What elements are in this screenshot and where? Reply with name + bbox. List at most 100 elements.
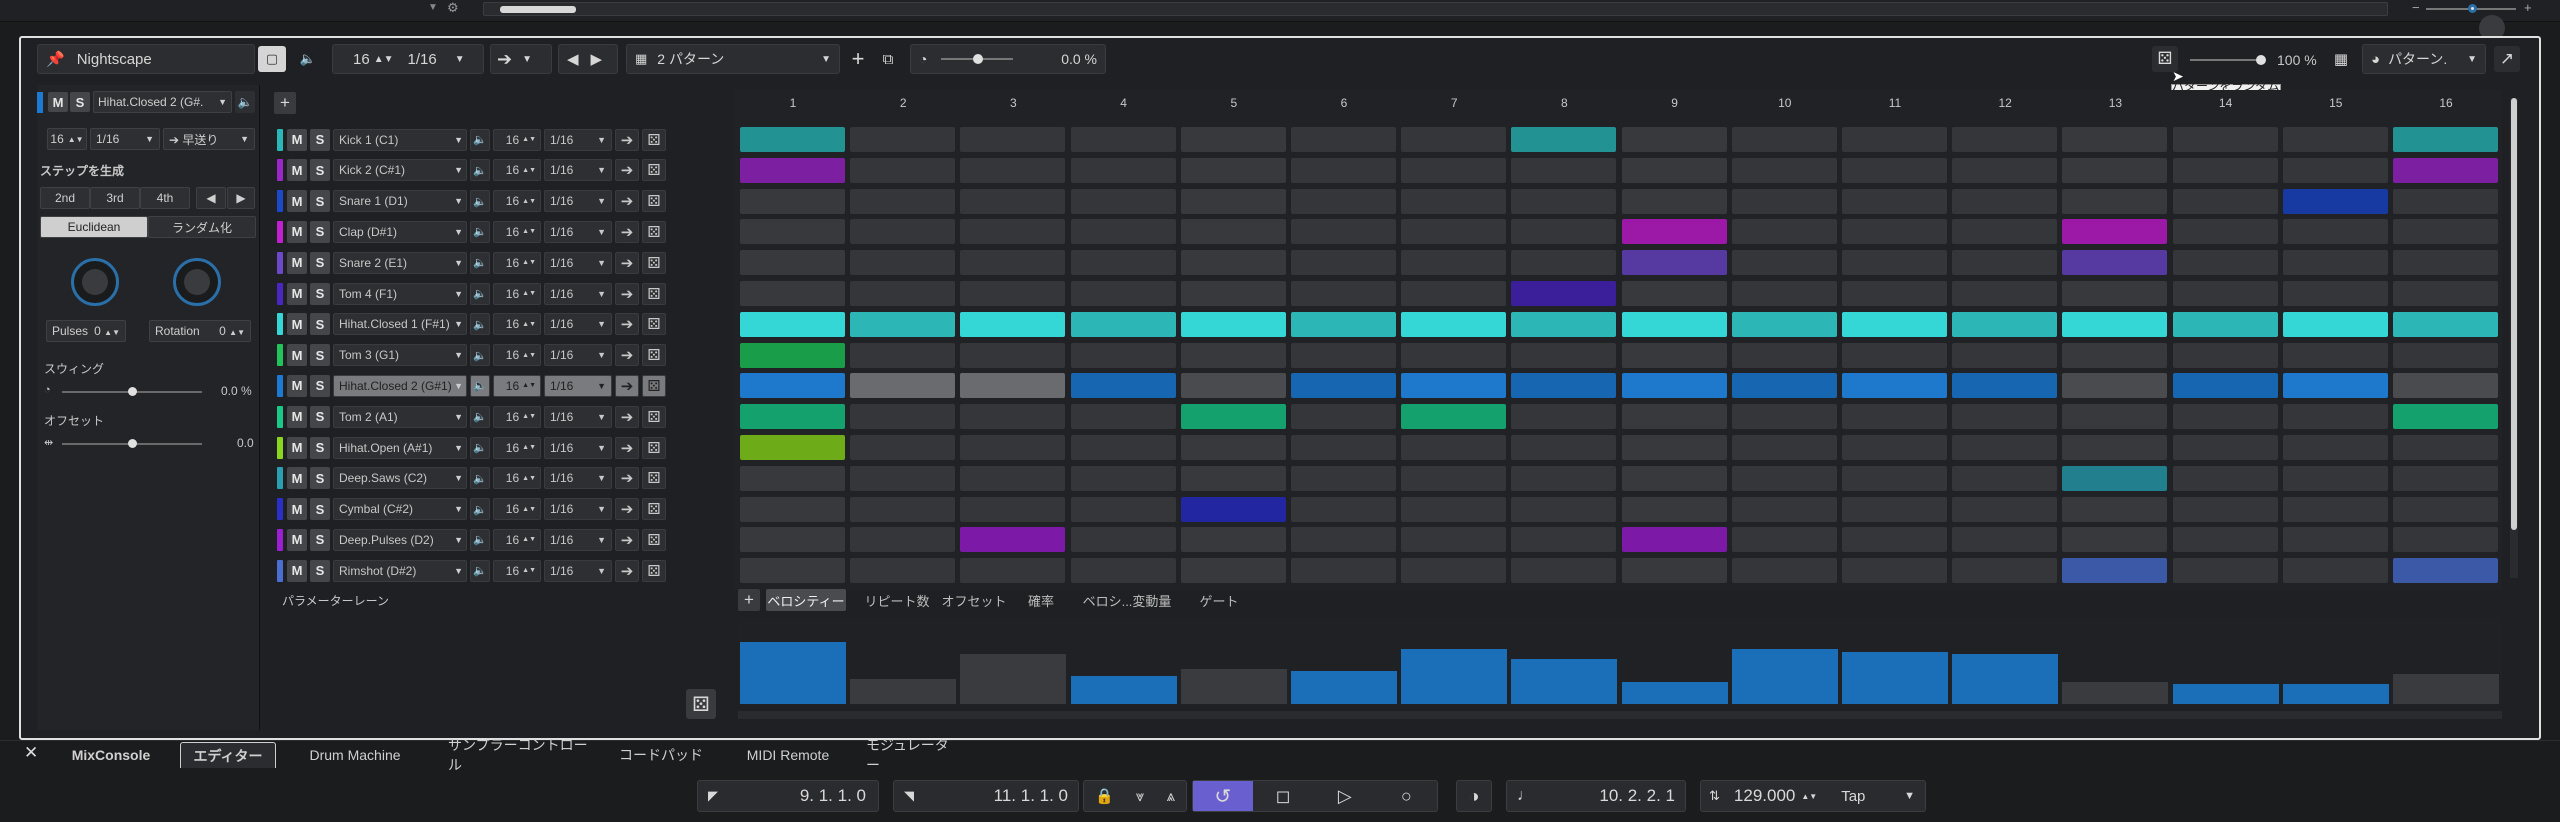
arrow-right-icon[interactable]: ➔ [615, 190, 639, 213]
steps-stepper[interactable]: 16 ▲▼ [493, 220, 541, 243]
track-name[interactable]: Cymbal (C#2) ▼ [333, 498, 467, 521]
step-cell[interactable] [1401, 250, 1507, 276]
pulses-field[interactable]: Pulses 0 ▲▼ [46, 320, 126, 342]
step-cell[interactable] [740, 250, 845, 276]
step-cell[interactable] [1070, 250, 1176, 276]
step-cell[interactable] [1291, 188, 1396, 214]
steps-stepper[interactable]: 16 ▲▼ [493, 374, 541, 397]
dice-icon[interactable]: ⚄ [642, 251, 666, 274]
step-cell[interactable] [1621, 496, 1727, 522]
step-cell[interactable] [1401, 558, 1507, 584]
step-cell[interactable] [1952, 558, 2058, 584]
step-cell[interactable] [1731, 527, 1837, 553]
step-settings[interactable]: 16 ▲▼ 1/16 ▼ [332, 44, 484, 74]
track-name[interactable]: Deep.Pulses (D2) ▼ [333, 528, 467, 551]
step-cell[interactable] [1511, 342, 1617, 368]
step-cell[interactable] [740, 373, 845, 399]
track-name[interactable]: Hihat.Closed 2 (G#1) ▼ [333, 374, 467, 397]
step-cell[interactable] [1952, 281, 2058, 306]
pin-icon[interactable]: 📌 [46, 50, 65, 68]
resolution-select[interactable]: 1/16 ▼ [544, 220, 612, 243]
velocity-bar[interactable] [1291, 671, 1397, 704]
step-cell[interactable] [960, 157, 1066, 183]
chevron-down-icon[interactable]: ▼ [1904, 790, 1915, 802]
step-cell[interactable] [1070, 127, 1176, 152]
step-cell[interactable] [1180, 558, 1286, 584]
random-amount-knob[interactable] [2256, 55, 2266, 65]
arrow-right-icon[interactable]: ➔ [615, 374, 639, 397]
track-name[interactable]: Hihat.Open (A#1) ▼ [333, 436, 467, 459]
step-cell[interactable] [1401, 435, 1507, 460]
lane-tab[interactable]: オフセット [938, 589, 1010, 611]
step-cell[interactable] [2282, 188, 2388, 214]
speaker-icon[interactable]: 🔈 [294, 46, 322, 72]
add-pattern-icon[interactable]: + [846, 44, 870, 74]
velocity-bar[interactable] [1511, 659, 1618, 704]
pattern-select[interactable]: ▦ 2 パターン ▼ [626, 44, 840, 74]
solo-button[interactable]: S [310, 220, 330, 243]
step-cell[interactable] [740, 496, 845, 522]
step-cell[interactable] [1180, 219, 1286, 245]
step-cell[interactable] [1952, 465, 2058, 491]
step-cell[interactable] [1180, 342, 1286, 368]
shift-left-icon[interactable]: ◀ [196, 187, 226, 209]
track-row[interactable]: M S Deep.Pulses (D2) ▼ 🔈 16 ▲▼ 1/16 ▼ ➔ ⚄ [277, 527, 725, 552]
zoom-slider[interactable]: − + [2400, 0, 2550, 41]
velocity-bar[interactable] [2282, 684, 2389, 704]
step-cell[interactable] [960, 311, 1066, 337]
mute-button[interactable]: M [287, 220, 307, 243]
steps-stepper[interactable]: 16 ▲▼ [493, 467, 541, 490]
step-cell[interactable] [2393, 435, 2498, 460]
dice-icon[interactable]: ⚄ [642, 190, 666, 213]
lane-tab[interactable]: ベロシティー [766, 589, 846, 611]
lane-tab[interactable]: リピート数 [861, 589, 933, 611]
step-cell[interactable] [1731, 127, 1837, 152]
step-cell[interactable] [960, 404, 1066, 430]
step-cell[interactable] [1952, 127, 2058, 152]
step-cell[interactable] [2172, 373, 2278, 399]
steps-stepper[interactable]: 16 ▲▼ [493, 436, 541, 459]
arrow-right-icon[interactable]: ➔ [615, 251, 639, 274]
step-cell[interactable] [850, 342, 956, 368]
solo-button[interactable]: S [310, 344, 330, 367]
dice-icon[interactable]: ⚄ [642, 374, 666, 397]
step-cell[interactable] [1952, 527, 2058, 553]
steps-stepper[interactable]: 16 ▲▼ [493, 159, 541, 182]
step-cell[interactable] [1180, 404, 1286, 430]
step-cell[interactable] [2393, 404, 2498, 430]
resolution-select[interactable]: 1/16 ▼ [544, 190, 612, 213]
step-cell[interactable] [740, 527, 845, 553]
step-cell[interactable] [1291, 527, 1396, 553]
resolution-select[interactable]: 1/16 ▼ [544, 251, 612, 274]
step-cell[interactable] [850, 496, 956, 522]
track-row[interactable]: M S Hihat.Closed 1 (F#1) ▼ 🔈 16 ▲▼ 1/16 ▼ ➔ ⚄ [277, 312, 725, 337]
panel-toggle-icon[interactable]: ▢ [258, 46, 286, 72]
resolution-select[interactable]: 1/16 ▼ [544, 498, 612, 521]
play-icon[interactable]: ▷ [1314, 781, 1376, 811]
dice-icon[interactable]: ⚄ [642, 128, 666, 151]
solo-button[interactable]: S [310, 251, 330, 274]
steps-stepper[interactable]: 16 ▲▼ [493, 282, 541, 305]
step-cell[interactable] [1070, 527, 1176, 553]
mute-button[interactable]: M [48, 92, 68, 112]
step-cell[interactable] [1401, 219, 1507, 245]
resolution-select[interactable]: 1/16 ▼ [544, 559, 612, 582]
velocity-bar[interactable] [2062, 682, 2169, 704]
step-cell[interactable] [850, 250, 956, 276]
stop-icon[interactable]: ◻ [1253, 781, 1315, 811]
step-cell[interactable] [2062, 465, 2168, 491]
step-cell[interactable] [1291, 281, 1396, 306]
direction-select[interactable]: ➔ 早送り ▼ [163, 128, 255, 150]
step-cell[interactable] [1511, 188, 1617, 214]
track-row[interactable]: M S Clap (D#1) ▼ 🔈 16 ▲▼ 1/16 ▼ ➔ ⚄ [277, 219, 725, 244]
step-cell[interactable] [1070, 342, 1176, 368]
step-cell[interactable] [1511, 250, 1617, 276]
speaker-icon[interactable]: 🔈 [470, 436, 490, 459]
step-cell[interactable] [1731, 157, 1837, 183]
velocity-bar[interactable] [960, 654, 1067, 704]
step-cell[interactable] [1291, 219, 1396, 245]
step-cell[interactable] [1621, 157, 1727, 183]
step-cell[interactable] [1070, 311, 1176, 337]
solo-button[interactable]: S [310, 405, 330, 428]
bottom-tab[interactable]: Drum Machine [281, 742, 429, 768]
